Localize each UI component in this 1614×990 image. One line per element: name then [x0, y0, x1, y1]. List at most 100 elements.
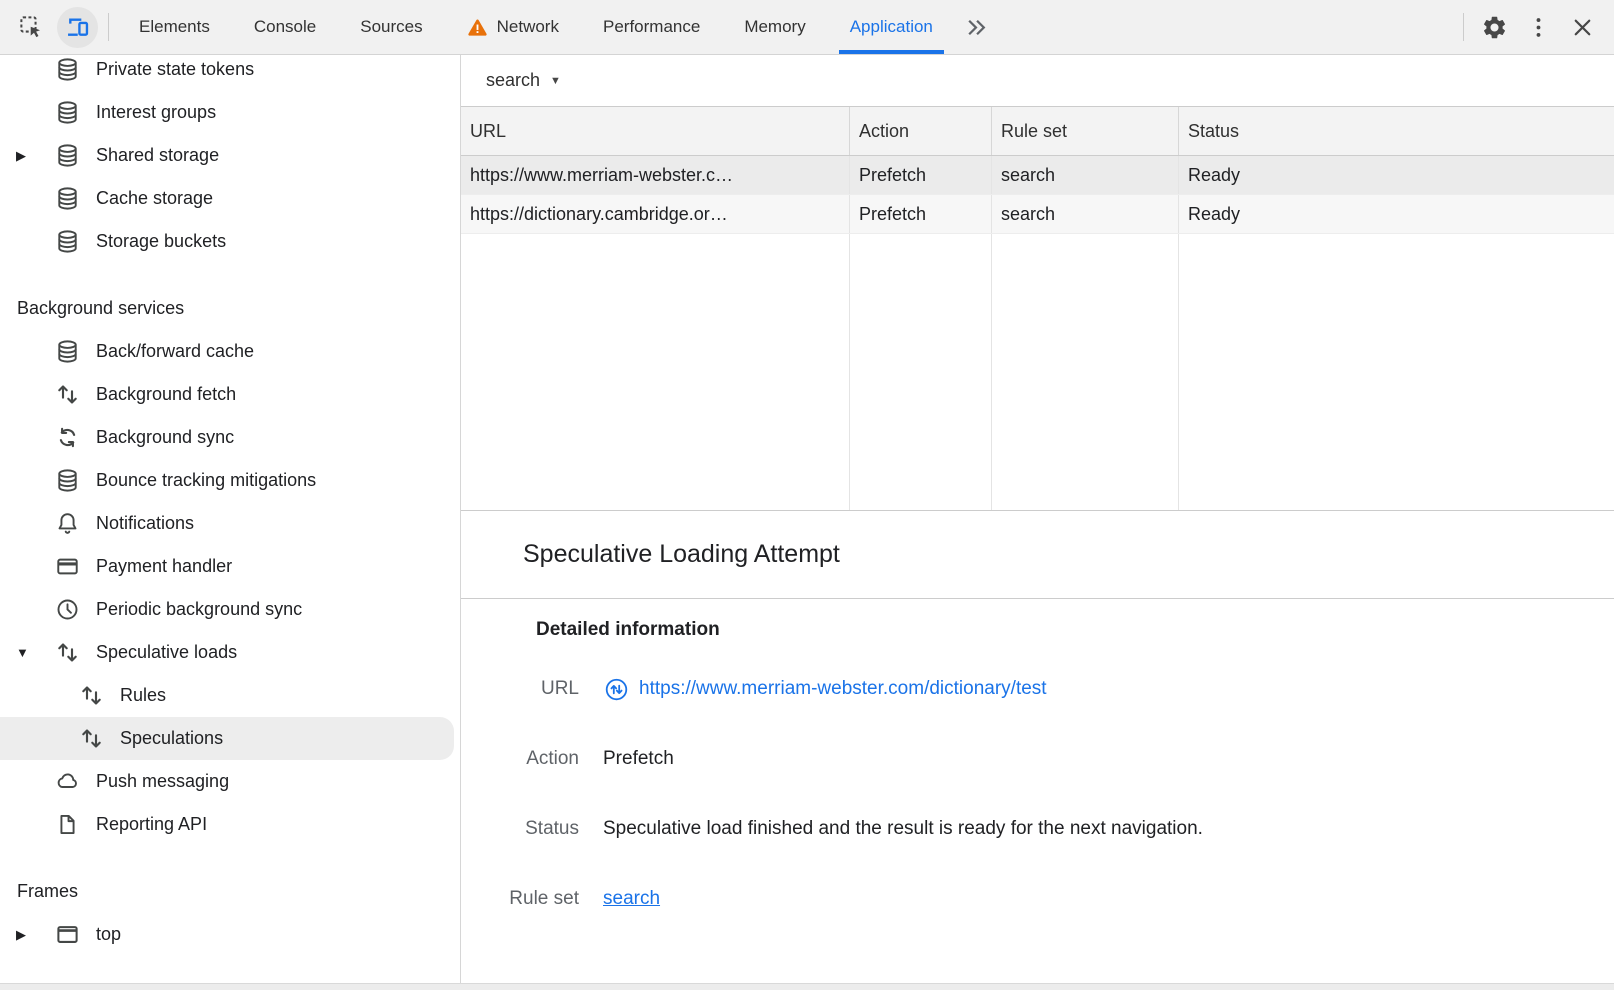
sidebar-item-label: Shared storage [96, 145, 219, 166]
column-header-url[interactable]: URL [461, 107, 850, 155]
sidebar-item-label: Cache storage [96, 188, 213, 209]
cell-rule-set: search [992, 156, 1179, 194]
tab-label: Sources [360, 17, 422, 37]
detail-value-status: Speculative load finished and the result… [603, 818, 1203, 840]
cell-status: Ready [1179, 195, 1614, 233]
sidebar-item-push-messaging[interactable]: Push messaging [0, 760, 460, 803]
detail-row-url: URL https://www.merriam-webster.com/dicti… [461, 654, 1614, 724]
chevron-collapsed-icon[interactable]: ▶ [16, 928, 54, 941]
column-header-rule-set[interactable]: Rule set [992, 107, 1179, 155]
doc-icon [54, 811, 81, 838]
sidebar-item-speculations[interactable]: Speculations [0, 717, 454, 760]
sidebar-item-label: Storage buckets [96, 231, 226, 252]
database-icon [54, 56, 81, 83]
tab-label: Application [850, 17, 933, 37]
detail-value-url: https://www.merriam-webster.com/dictiona… [603, 676, 1047, 703]
customize-menu-button[interactable] [1516, 0, 1560, 55]
detail-text: Prefetch [603, 748, 674, 770]
tab-elements[interactable]: Elements [117, 0, 232, 54]
detail-label: URL [461, 678, 579, 700]
warning-icon [467, 17, 488, 38]
column-header-action[interactable]: Action [850, 107, 992, 155]
report-title: Speculative Loading Attempt [523, 540, 840, 569]
updown-icon [54, 381, 81, 408]
double-chevron-right-icon [963, 14, 990, 41]
devtools-window: ElementsConsole Sources Network Performance… [0, 0, 1614, 990]
sidebar-item-background-sync[interactable]: Background sync [0, 416, 460, 459]
devtools-toolbar: ElementsConsole Sources Network Performance… [0, 0, 1614, 55]
detail-row-rule-set: Rule setsearch [461, 864, 1614, 934]
sidebar-item-storage-buckets[interactable]: Storage buckets [0, 220, 460, 263]
sidebar-item-label: Private state tokens [96, 59, 254, 80]
toolbar-separator [1463, 13, 1464, 41]
chevron-expanded-icon[interactable]: ▼ [16, 646, 54, 659]
sidebar-item-notifications[interactable]: Notifications [0, 502, 460, 545]
report-header: Speculative Loading Attempt [461, 511, 1614, 599]
clock-icon [54, 596, 81, 623]
tab-memory[interactable]: Memory [722, 0, 827, 54]
sidebar-item-label: Bounce tracking mitigations [96, 470, 316, 491]
card-icon [54, 553, 81, 580]
sidebar-item-payment-handler[interactable]: Payment handler [0, 545, 460, 588]
tab-console[interactable]: Console [232, 0, 338, 54]
toolbar-right-controls [1455, 0, 1614, 54]
speculation-row[interactable]: https://dictionary.cambridge.or…Prefetch… [461, 195, 1614, 234]
detail-value-rule-set: search [603, 888, 660, 910]
sidebar-item-speculative-loads[interactable]: ▼Speculative loads [0, 631, 460, 674]
sidebar-section-frames: Frames [0, 870, 460, 913]
updown-icon [78, 682, 105, 709]
tab-label: Network [497, 17, 559, 37]
sidebar-item-reporting-api[interactable]: Reporting API [0, 803, 460, 846]
bell-icon [54, 510, 81, 537]
close-devtools-button[interactable] [1560, 0, 1604, 55]
speculations-panel: search ▼ URLActionRule setStatus https:/… [461, 55, 1614, 983]
sidebar-item-periodic-background-sync[interactable]: Periodic background sync [0, 588, 460, 631]
device-toolbar-button[interactable] [54, 0, 100, 54]
sidebar-item-label: Periodic background sync [96, 599, 302, 620]
detail-url-link[interactable]: https://www.merriam-webster.com/dictiona… [639, 678, 1047, 700]
tab-application[interactable]: Application [828, 0, 955, 54]
frame-icon [54, 921, 81, 948]
cell-url: https://www.merriam-webster.c… [461, 156, 850, 194]
detail-label: Status [461, 818, 579, 840]
section-title: Detailed information [536, 615, 1614, 645]
database-icon [54, 467, 81, 494]
table-body: https://www.merriam-webster.c…Prefetchse… [461, 156, 1614, 234]
tab-strip: ElementsConsole Sources Network Performance… [117, 0, 955, 54]
tab-performance[interactable]: Performance [581, 0, 722, 54]
column-header-status[interactable]: Status [1179, 107, 1614, 155]
speculations-table: URLActionRule setStatus https://www.merr… [461, 106, 1614, 511]
detail-label: Action [461, 748, 579, 770]
tab-network[interactable]: Network [445, 0, 581, 54]
speculation-row[interactable]: https://www.merriam-webster.c…Prefetchse… [461, 156, 1614, 195]
window-bottom-edge [0, 983, 1614, 990]
more-tabs-button[interactable] [955, 0, 999, 54]
table-header-row: URLActionRule setStatus [461, 106, 1614, 156]
rule-set-link[interactable]: search [603, 888, 660, 910]
settings-button[interactable] [1472, 0, 1516, 55]
ruleset-filter-value: search [486, 70, 540, 91]
sidebar-item-background-fetch[interactable]: Background fetch [0, 373, 460, 416]
cloud-icon [54, 768, 81, 795]
sidebar-item-bounce-tracking-mitigations[interactable]: Bounce tracking mitigations [0, 459, 460, 502]
reveal-in-speculations-icon[interactable] [603, 676, 630, 703]
toolbar-separator [108, 13, 109, 41]
tab-sources[interactable]: Sources [338, 0, 444, 54]
sidebar-section-background-services: Background services [0, 287, 460, 330]
sidebar-item-interest-groups[interactable]: Interest groups [0, 91, 460, 134]
sidebar-item-back-forward-cache[interactable]: Back/forward cache [0, 330, 460, 373]
sidebar-item-private-state-tokens[interactable]: Private state tokens [0, 55, 460, 91]
sidebar-item-label: Interest groups [96, 102, 216, 123]
sidebar-item-top[interactable]: ▶top [0, 913, 460, 956]
sidebar-item-label: Back/forward cache [96, 341, 254, 362]
chevron-collapsed-icon[interactable]: ▶ [16, 149, 54, 162]
sidebar-item-label: Rules [120, 685, 166, 706]
sidebar-item-shared-storage[interactable]: ▶ Shared storage [0, 134, 460, 177]
ruleset-filter-dropdown[interactable]: search ▼ [486, 70, 561, 91]
sidebar-item-cache-storage[interactable]: Cache storage [0, 177, 460, 220]
inspect-element-button[interactable] [8, 0, 54, 54]
sidebar-item-rules[interactable]: Rules [0, 674, 460, 717]
sidebar-item-label: Background sync [96, 427, 234, 448]
detail-value-action: Prefetch [603, 748, 674, 770]
cell-action: Prefetch [850, 156, 992, 194]
